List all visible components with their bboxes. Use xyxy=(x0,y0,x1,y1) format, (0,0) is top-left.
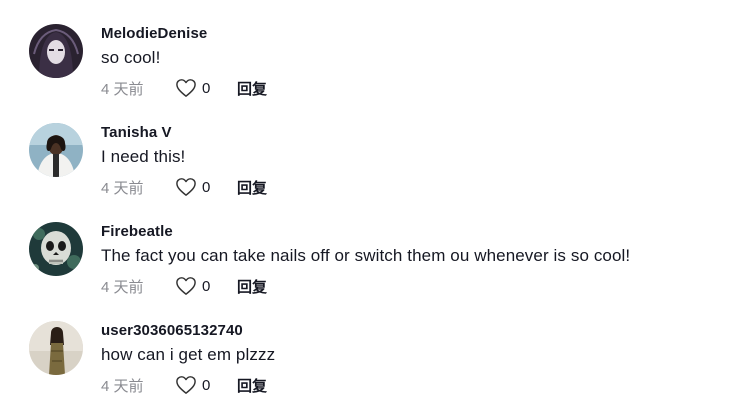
like-count: 0 xyxy=(202,178,211,196)
comment-username[interactable]: MelodieDenise xyxy=(101,25,752,43)
heart-outline-icon xyxy=(176,178,196,196)
comment-time: 4 天前 xyxy=(101,278,144,296)
like-button[interactable]: 0 xyxy=(175,375,237,395)
user-avatar-image xyxy=(29,222,83,276)
comment-meta: 4 天前 0 回复 xyxy=(101,77,267,99)
avatar[interactable] xyxy=(29,123,83,177)
avatar[interactable] xyxy=(29,321,83,375)
like-button[interactable]: 0 xyxy=(175,276,237,296)
comment-text: so cool! xyxy=(101,48,161,67)
user-avatar-image xyxy=(29,24,83,78)
comment-list: MelodieDenise so cool! 4 天前 0 回复 Tanisha… xyxy=(0,0,752,417)
comment-item: Firebeatle The fact you can take nails o… xyxy=(0,222,752,314)
comment-meta: 4 天前 0 回复 xyxy=(101,176,267,198)
comment-username[interactable]: user3036065132740 xyxy=(101,322,752,340)
heart-outline-icon xyxy=(176,376,196,394)
comment-meta: 4 天前 0 回复 xyxy=(101,374,267,396)
reply-button[interactable]: 回复 xyxy=(237,177,267,198)
user-avatar-image xyxy=(29,123,83,177)
comment-time: 4 天前 xyxy=(101,179,144,197)
comment-text: I need this! xyxy=(101,147,186,166)
user-avatar-image xyxy=(29,321,83,375)
comment-username[interactable]: Firebeatle xyxy=(101,223,752,241)
comment-username[interactable]: Tanisha V xyxy=(101,124,752,142)
avatar[interactable] xyxy=(29,222,83,276)
comment-item: Tanisha V I need this! 4 天前 0 回复 xyxy=(0,123,752,215)
like-count: 0 xyxy=(202,79,211,97)
comment-text: how can i get em plzzz xyxy=(101,345,276,364)
comment-time: 4 天前 xyxy=(101,80,144,98)
like-button[interactable]: 0 xyxy=(175,78,237,98)
reply-button[interactable]: 回复 xyxy=(237,78,267,99)
heart-outline-icon xyxy=(176,277,196,295)
like-count: 0 xyxy=(202,376,211,394)
comment-text: The fact you can take nails off or switc… xyxy=(101,246,631,265)
like-button[interactable]: 0 xyxy=(175,177,237,197)
avatar[interactable] xyxy=(29,24,83,78)
comment-item: MelodieDenise so cool! 4 天前 0 回复 xyxy=(0,24,752,116)
comment-item: user3036065132740 how can i get em plzzz… xyxy=(0,321,752,413)
like-count: 0 xyxy=(202,277,211,295)
comment-time: 4 天前 xyxy=(101,377,144,395)
reply-button[interactable]: 回复 xyxy=(237,276,267,297)
reply-button[interactable]: 回复 xyxy=(237,375,267,396)
heart-outline-icon xyxy=(176,79,196,97)
comment-meta: 4 天前 0 回复 xyxy=(101,275,267,297)
